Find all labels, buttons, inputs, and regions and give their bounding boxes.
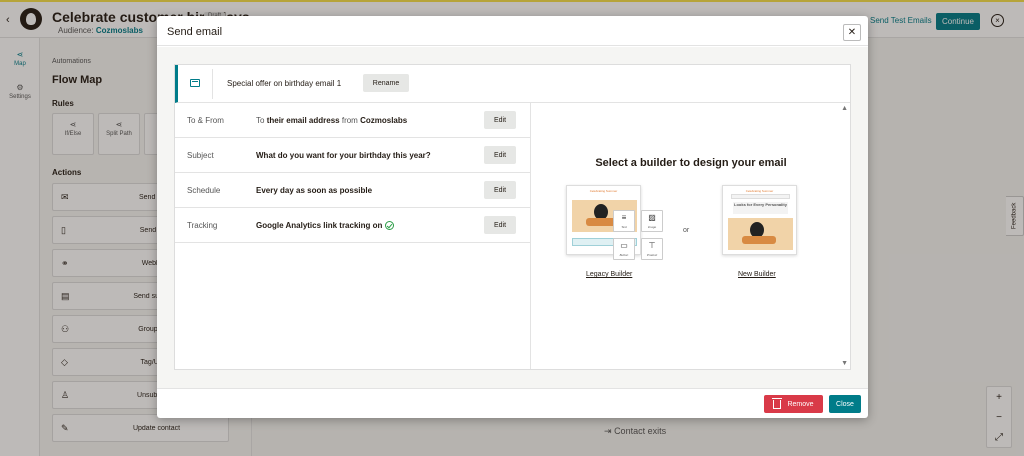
settings-row-schedule: Schedule Every day as soon as possible E… (175, 173, 530, 208)
tool-label: Product (646, 253, 658, 257)
edit-subject-button[interactable]: Edit (484, 146, 516, 164)
from-prefix: from (341, 116, 358, 125)
edit-schedule-button[interactable]: Edit (484, 181, 516, 199)
email-card: Special offer on birthday email 1 Rename… (174, 64, 851, 370)
row-value: What do you want for your birthday this … (256, 151, 431, 160)
image-icon: ▨ (648, 213, 656, 222)
email-settings-table: To & From To their email address from Co… (175, 103, 531, 369)
modal-title: Send email (167, 26, 223, 38)
thumb-image (728, 218, 793, 250)
to-value: their email address (266, 116, 340, 125)
text-block-icon: ≡ (621, 213, 627, 222)
settings-row-subject: Subject What do you want for your birthd… (175, 138, 530, 173)
tool-label: Button (619, 253, 629, 257)
text-tool: ≡ Text (613, 210, 635, 232)
edit-tracking-button[interactable]: Edit (484, 216, 516, 234)
tool-label: Text (621, 225, 627, 229)
scroll-down-icon[interactable]: ▼ (841, 360, 848, 367)
rename-button[interactable]: Rename (363, 74, 409, 92)
close-button[interactable]: Close (829, 395, 861, 413)
row-label: To & From (187, 116, 224, 125)
remove-label: Remove (787, 400, 814, 408)
remove-button[interactable]: Remove (764, 395, 823, 413)
new-builder-thumbnail[interactable]: Celebrating Summer Looks for Every Perso… (722, 185, 797, 255)
edit-to-from-button[interactable]: Edit (484, 111, 516, 129)
button-tool: ▭ Button (613, 238, 635, 260)
divider (212, 69, 213, 99)
tracking-value: Google Analytics link tracking on (256, 221, 383, 230)
row-value: Google Analytics link tracking on (256, 221, 395, 230)
send-email-modal: Send email ✕ Special offer on birthday e… (157, 16, 868, 418)
button-icon: ▭ (620, 241, 628, 250)
scroll-up-icon[interactable]: ▲ (841, 105, 848, 112)
thumb-header: Celebrating Summer (589, 189, 618, 193)
builder-selection-pane: ▲ Select a builder to design your email … (532, 103, 850, 369)
modal-body: Special offer on birthday email 1 Rename… (157, 47, 868, 388)
row-label: Schedule (187, 186, 221, 195)
row-label: Tracking (187, 221, 218, 230)
close-icon[interactable]: ✕ (843, 24, 861, 41)
email-card-header: Special offer on birthday email 1 Rename (175, 65, 850, 103)
tool-label: Image (647, 225, 657, 229)
row-value: To their email address from Cozmoslabs (256, 116, 407, 125)
legacy-builder-link[interactable]: Legacy Builder (586, 271, 632, 278)
settings-row-to-from: To & From To their email address from Co… (175, 103, 530, 138)
check-circle-icon (385, 221, 395, 230)
thumb-heading: Looks for Every Personality (733, 202, 788, 214)
image-tool: ▨ Image (641, 210, 663, 232)
new-builder-link[interactable]: New Builder (738, 271, 776, 278)
subject-value: What do you want for your birthday this … (256, 151, 431, 160)
or-separator: or (683, 227, 690, 234)
builder-title: Select a builder to design your email (595, 157, 787, 169)
legacy-builder-thumbnail[interactable]: Celebrating Summer ≡ Text ▨ Image ▭ Button … (566, 185, 663, 260)
to-prefix: To (256, 116, 265, 125)
shirt-icon: ⊤ (648, 241, 656, 250)
thumb-header: Celebrating Summer (745, 189, 774, 193)
legacy-tool-palette: ≡ Text ▨ Image ▭ Button ⊤ Product (613, 210, 665, 262)
envelope-icon (190, 79, 200, 87)
from-value: Cozmoslabs (360, 116, 408, 125)
trash-icon (772, 397, 783, 409)
settings-row-tracking: Tracking Google Analytics link tracking … (175, 208, 530, 243)
email-name: Special offer on birthday email 1 (227, 79, 342, 88)
row-value: Every day as soon as possible (256, 186, 372, 195)
product-tool: ⊤ Product (641, 238, 663, 260)
schedule-value: Every day as soon as possible (256, 186, 373, 195)
modal-footer: Remove Close (157, 388, 868, 418)
modal-header: Send email ✕ (157, 16, 868, 46)
thumb-toolbar (731, 194, 790, 199)
row-label: Subject (187, 151, 214, 160)
